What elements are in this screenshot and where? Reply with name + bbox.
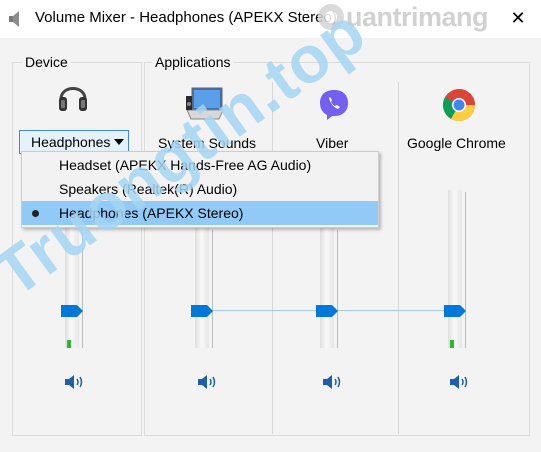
viber-mute-button[interactable]	[322, 374, 344, 390]
app-label-viber: Viber	[316, 135, 349, 151]
watermark-text: uantrimang	[346, 1, 489, 32]
window-title: Volume Mixer - Headphones (APEKX Stereo)	[35, 9, 337, 26]
mixer-body: Device Applications System Sounds Viber …	[0, 38, 541, 452]
title-bar: Volume Mixer - Headphones (APEKX Stereo)…	[0, 0, 541, 38]
app-label-chrome: Google Chrome	[407, 135, 506, 151]
system-sounds-volume-slider[interactable]	[191, 305, 213, 317]
speaker-icon	[9, 11, 19, 27]
menu-item-headphones[interactable]: Headphones (APEKX Stereo)	[22, 201, 378, 225]
menu-item-label: Speakers (Realtek(R) Audio)	[59, 181, 238, 197]
menu-item-speakers[interactable]: Speakers (Realtek(R) Audio)	[22, 177, 378, 201]
system-sounds-volume-track	[195, 228, 209, 348]
menu-item-label: Headphones (APEKX Stereo)	[59, 205, 244, 221]
menu-item-headset[interactable]: Headset (APEKX Hands-Free AG Audio)	[22, 153, 378, 177]
device-select-label: Headphones	[31, 134, 111, 150]
system-sounds-volume-ticks	[212, 230, 219, 348]
viber-icon	[320, 90, 348, 120]
chrome-volume-ticks	[465, 192, 472, 348]
column-separator	[398, 82, 399, 434]
close-button[interactable]: ✕	[495, 0, 541, 36]
radio-dot-icon	[32, 210, 39, 217]
chevron-down-icon	[114, 139, 125, 145]
chrome-mute-button[interactable]	[449, 374, 471, 390]
watermark-logo-icon	[318, 4, 344, 30]
headphones-icon	[59, 87, 87, 111]
system-sounds-icon	[186, 87, 224, 120]
device-peak-meter	[67, 340, 71, 348]
column-separator	[272, 82, 273, 434]
watermark-logo: uantrimang	[318, 1, 489, 32]
viber-volume-ticks	[337, 230, 344, 348]
viber-volume-slider[interactable]	[316, 305, 338, 317]
system-sounds-mute-button[interactable]	[197, 374, 219, 390]
device-mute-button[interactable]	[64, 374, 86, 390]
viber-volume-track	[320, 228, 334, 348]
chrome-volume-slider[interactable]	[444, 305, 466, 317]
menu-item-label: Headset (APEKX Hands-Free AG Audio)	[59, 157, 312, 173]
device-group-label: Device	[22, 54, 71, 70]
chrome-icon	[442, 89, 476, 122]
app-label-system-sounds: System Sounds	[158, 135, 257, 151]
device-volume-ticks	[82, 230, 89, 348]
chrome-peak-meter	[450, 340, 454, 348]
device-dropdown-menu: Headset (APEKX Hands-Free AG Audio) Spea…	[21, 151, 379, 228]
device-volume-track	[65, 228, 79, 348]
chrome-volume-track	[448, 190, 462, 348]
applications-group-label: Applications	[152, 54, 234, 70]
device-volume-slider[interactable]	[61, 305, 83, 317]
